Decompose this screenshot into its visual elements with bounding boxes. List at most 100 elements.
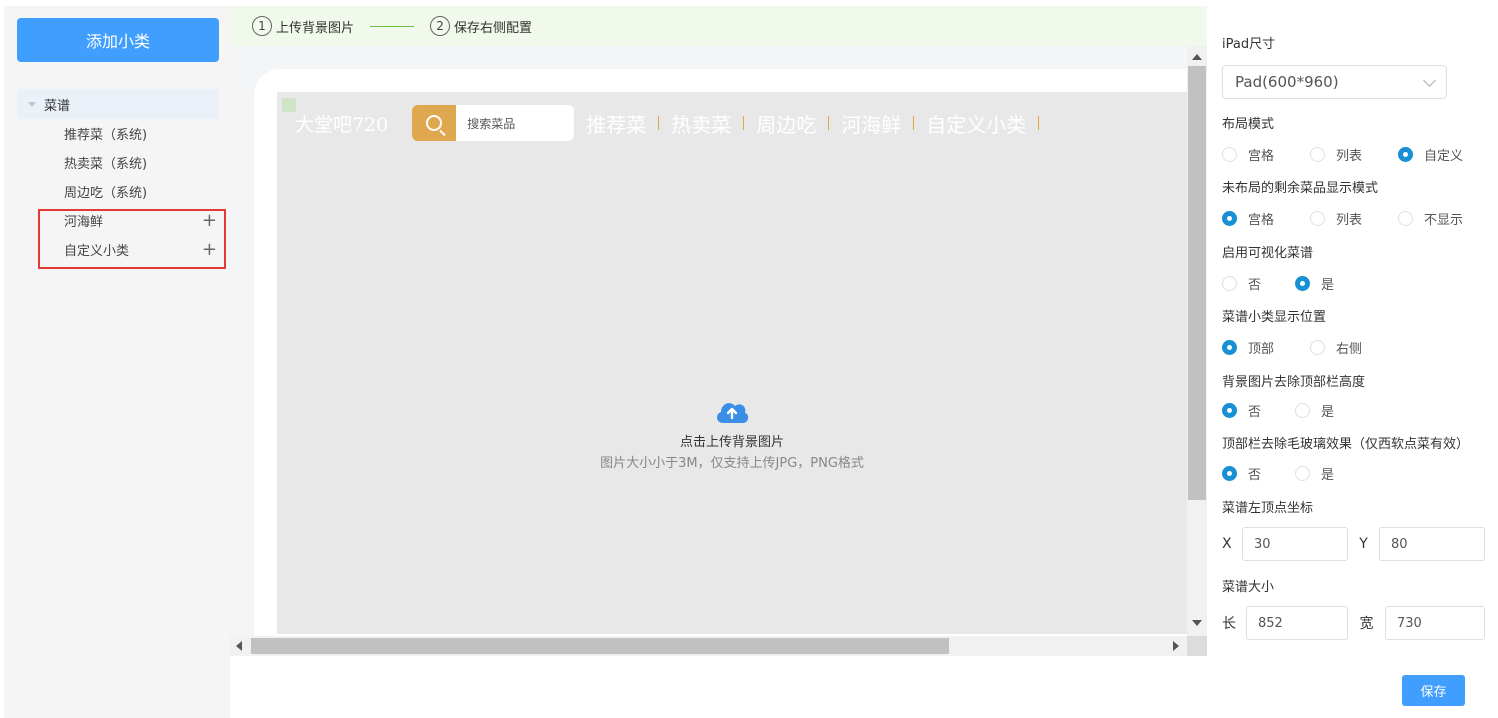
tree-item-label: 周边吃（系统) xyxy=(64,186,148,201)
radio-label: 否 xyxy=(1248,278,1262,293)
bg-remove-top-group: 否 是 xyxy=(1222,401,1334,420)
radio-bg-no[interactable]: 否 xyxy=(1222,401,1295,420)
radio-circle-selected[interactable] xyxy=(1398,147,1413,162)
radio-label: 不显示 xyxy=(1424,213,1464,228)
category-divider xyxy=(1038,116,1040,130)
radio-circle-selected[interactable] xyxy=(1222,466,1237,481)
tree-item-recommended[interactable]: 推荐菜（系统) xyxy=(17,119,219,148)
length-input[interactable]: 852 xyxy=(1246,606,1348,640)
radio-circle[interactable] xyxy=(1310,147,1325,162)
category-sidebar: 添加小类 菜谱 推荐菜（系统) 热卖菜（系统) 周边吃（系统) 河海鲜 + 自定… xyxy=(4,6,230,718)
x-input[interactable]: 30 xyxy=(1242,527,1348,561)
vertical-scroll-thumb[interactable] xyxy=(1188,66,1206,500)
tree-item-nearby[interactable]: 周边吃（系统) xyxy=(17,177,219,206)
preview-topbar: 大堂吧720 搜索菜品 推荐菜 热卖菜 周边吃 河海鲜 自定义小类 xyxy=(277,92,1187,154)
step-upload: 1 上传背景图片 xyxy=(252,16,354,36)
radio-layout-custom[interactable]: 自定义 xyxy=(1398,145,1463,164)
radio-visual-yes[interactable]: 是 xyxy=(1295,274,1334,293)
radio-label: 是 xyxy=(1321,278,1335,293)
ipad-size-value: Pad(600*960) xyxy=(1235,73,1339,91)
radio-circle-selected[interactable] xyxy=(1222,211,1237,226)
radio-layout-grid[interactable]: 宫格 xyxy=(1222,145,1310,164)
radio-circle[interactable] xyxy=(1295,403,1310,418)
scroll-down-arrow-icon[interactable] xyxy=(1192,620,1202,626)
radio-layout-list[interactable]: 列表 xyxy=(1310,145,1398,164)
caret-down-icon[interactable] xyxy=(28,101,36,107)
search-button xyxy=(412,105,457,141)
radio-circle[interactable] xyxy=(1222,147,1237,162)
y-label: Y xyxy=(1359,536,1368,552)
tree-root-menu[interactable]: 菜谱 xyxy=(17,89,219,119)
tree-item-label: 推荐菜（系统) xyxy=(64,128,148,143)
radio-position-right[interactable]: 右侧 xyxy=(1310,338,1362,357)
radio-circle[interactable] xyxy=(1295,466,1310,481)
menu-origin-fields: X 30 Y 80 xyxy=(1222,527,1485,561)
ipad-size-select[interactable]: Pad(600*960) xyxy=(1222,65,1447,99)
radio-circle-selected[interactable] xyxy=(1222,403,1237,418)
steps-bar: 1 上传背景图片 2 保存右侧配置 xyxy=(230,6,1207,46)
scrollbar-corner xyxy=(1187,636,1207,656)
length-label: 长 xyxy=(1222,616,1236,632)
tree-item-label: 热卖菜（系统) xyxy=(64,157,148,172)
category-divider xyxy=(743,116,745,130)
layout-mode-group: 宫格 列表 自定义 xyxy=(1222,145,1463,164)
radio-bg-yes[interactable]: 是 xyxy=(1295,401,1334,420)
scroll-up-arrow-icon[interactable] xyxy=(1192,54,1202,60)
category-hot: 热卖菜 xyxy=(671,112,732,137)
chevron-down-icon xyxy=(1423,74,1436,87)
radio-circle[interactable] xyxy=(1398,211,1413,226)
upload-title[interactable]: 点击上传背景图片 xyxy=(277,431,1187,450)
radio-remaining-list[interactable]: 列表 xyxy=(1310,209,1398,228)
preview-search: 搜索菜品 xyxy=(412,105,575,141)
horizontal-scroll-thumb[interactable] xyxy=(251,638,949,654)
radio-label: 宫格 xyxy=(1248,149,1275,164)
radio-label: 是 xyxy=(1321,405,1335,420)
scroll-left-arrow-icon[interactable] xyxy=(236,641,242,651)
radio-label: 列表 xyxy=(1336,213,1363,228)
radio-label: 是 xyxy=(1321,468,1335,483)
radio-circle[interactable] xyxy=(1310,211,1325,226)
category-divider xyxy=(828,116,830,130)
radio-glass-no[interactable]: 否 xyxy=(1222,464,1295,483)
bg-remove-top-label: 背景图片去除顶部栏高度 xyxy=(1222,375,1366,390)
width-input[interactable]: 730 xyxy=(1385,606,1485,640)
radio-circle[interactable] xyxy=(1310,340,1325,355)
scroll-right-arrow-icon[interactable] xyxy=(1173,641,1179,651)
y-input[interactable]: 80 xyxy=(1379,527,1485,561)
visual-menu-group: 否 是 xyxy=(1222,274,1334,293)
x-label: X xyxy=(1222,536,1232,552)
category-custom: 自定义小类 xyxy=(926,112,1027,137)
step-save: 2 保存右侧配置 xyxy=(430,16,532,36)
radio-label: 宫格 xyxy=(1248,213,1275,228)
radio-label: 否 xyxy=(1248,405,1262,420)
category-seafood: 河海鲜 xyxy=(841,112,902,137)
radio-label: 右侧 xyxy=(1336,342,1363,357)
category-position-group: 顶部 右侧 xyxy=(1222,338,1362,357)
radio-circle-selected[interactable] xyxy=(1222,340,1237,355)
radio-label: 顶部 xyxy=(1248,342,1275,357)
layout-mode-label: 布局模式 xyxy=(1222,117,1275,132)
category-nearby: 周边吃 xyxy=(756,112,817,137)
upload-tip: 图片大小小于3M，仅支持上传JPG，PNG格式 xyxy=(600,456,864,471)
menu-size-fields: 长 852 宽 730 xyxy=(1222,606,1485,640)
settings-panel: iPad尺寸 Pad(600*960) 布局模式 宫格 列表 自定义 未布局的剩… xyxy=(1208,6,1498,712)
save-button[interactable]: 保存 xyxy=(1402,675,1465,706)
topbar-glass-group: 否 是 xyxy=(1222,464,1334,483)
radio-label: 列表 xyxy=(1336,149,1363,164)
radio-position-top[interactable]: 顶部 xyxy=(1222,338,1310,357)
ipad-screen[interactable]: 大堂吧720 搜索菜品 推荐菜 热卖菜 周边吃 河海鲜 自定义小类 点击上传背景… xyxy=(277,92,1187,634)
add-subcategory-button[interactable]: 添加小类 xyxy=(17,18,219,62)
radio-visual-no[interactable]: 否 xyxy=(1222,274,1295,293)
radio-label: 自定义 xyxy=(1424,149,1464,164)
cloud-upload-icon[interactable] xyxy=(713,397,751,425)
upload-area[interactable]: 点击上传背景图片 图片大小小于3M，仅支持上传JPG，PNG格式 xyxy=(277,397,1187,471)
visual-menu-label: 启用可视化菜谱 xyxy=(1222,246,1314,261)
radio-remaining-grid[interactable]: 宫格 xyxy=(1222,209,1310,228)
radio-circle[interactable] xyxy=(1222,276,1237,291)
remaining-mode-group: 宫格 列表 不显示 xyxy=(1222,209,1463,228)
radio-remaining-hide[interactable]: 不显示 xyxy=(1398,209,1463,228)
radio-glass-yes[interactable]: 是 xyxy=(1295,464,1334,483)
menu-size-label: 菜谱大小 xyxy=(1222,580,1275,595)
tree-item-hot[interactable]: 热卖菜（系统) xyxy=(17,148,219,177)
radio-circle-selected[interactable] xyxy=(1295,276,1310,291)
